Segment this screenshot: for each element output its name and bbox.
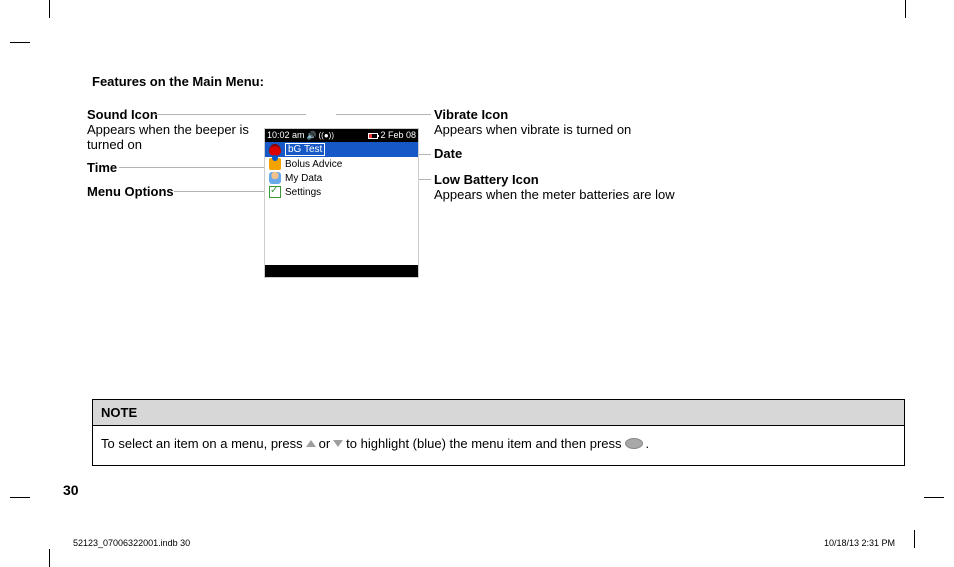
menu-item-settings[interactable]: Settings xyxy=(265,185,418,199)
footer-timestamp: 10/18/13 2:31 PM xyxy=(824,538,895,548)
down-arrow-icon xyxy=(333,440,343,447)
note-heading: NOTE xyxy=(93,400,904,426)
note-text: or xyxy=(319,436,331,451)
section-heading: Features on the Main Menu: xyxy=(92,74,264,89)
callout-vibrate: Vibrate Icon Appears when vibrate is tur… xyxy=(434,107,734,137)
device-screenshot: 10:02 am 🔊 ((●)) 2 Feb 08 bG Test Bolus … xyxy=(264,128,419,278)
callout-desc: Appears when vibrate is turned on xyxy=(434,122,734,137)
status-icons: 🔊 ((●)) xyxy=(305,129,369,142)
low-battery-icon xyxy=(368,133,378,139)
manual-page: Features on the Main Menu: Sound Icon Ap… xyxy=(49,42,905,549)
menu-item-bg-test[interactable]: bG Test xyxy=(265,142,418,157)
menu-item-label: Settings xyxy=(285,187,321,198)
menu-item-my-data[interactable]: My Data xyxy=(265,171,418,185)
footer-file: 52123_07006322001.indb 30 xyxy=(73,538,190,548)
menu-item-bolus-advice[interactable]: Bolus Advice xyxy=(265,157,418,171)
checkmark-icon xyxy=(269,186,281,198)
callout-desc: Appears when the meter batteries are low xyxy=(434,187,734,202)
main-menu: bG Test Bolus Advice My Data Settings xyxy=(265,142,418,199)
sound-icon: 🔊 xyxy=(307,129,317,142)
status-date: 2 Feb 08 xyxy=(380,129,416,142)
callout-title: Low Battery Icon xyxy=(434,172,734,187)
status-bar: 10:02 am 🔊 ((●)) 2 Feb 08 xyxy=(265,129,418,142)
callout-title: Vibrate Icon xyxy=(434,107,734,122)
callout-title: Date xyxy=(434,146,734,161)
leader-line xyxy=(119,167,266,168)
leader-line xyxy=(154,114,306,115)
bolus-advice-icon xyxy=(269,158,281,170)
menu-item-label: Bolus Advice xyxy=(285,159,342,170)
print-footer: 52123_07006322001.indb 30 10/18/13 2:31 … xyxy=(73,538,895,548)
note-body: To select an item on a menu, press or to… xyxy=(93,426,904,465)
leader-line xyxy=(174,191,266,192)
callout-date: Date xyxy=(434,146,734,161)
leader-line xyxy=(336,114,431,115)
menu-item-label: My Data xyxy=(285,173,322,184)
callout-low-battery: Low Battery Icon Appears when the meter … xyxy=(434,172,734,202)
note-text: To select an item on a menu, press xyxy=(101,436,303,451)
enter-button-icon xyxy=(625,438,643,449)
up-arrow-icon xyxy=(306,440,316,447)
status-time: 10:02 am xyxy=(267,129,305,142)
menu-item-label: bG Test xyxy=(285,143,325,156)
page-number: 30 xyxy=(63,482,79,498)
blood-drop-icon xyxy=(269,144,281,156)
note-text: . xyxy=(646,436,650,451)
note-box: NOTE To select an item on a menu, press … xyxy=(92,399,905,466)
device-footer-bar xyxy=(265,265,418,277)
person-icon xyxy=(269,172,281,184)
vibrate-icon: ((●)) xyxy=(319,129,335,142)
callout-desc: Appears when the beeper is turned on xyxy=(87,122,257,152)
note-text: to highlight (blue) the menu item and th… xyxy=(346,436,621,451)
